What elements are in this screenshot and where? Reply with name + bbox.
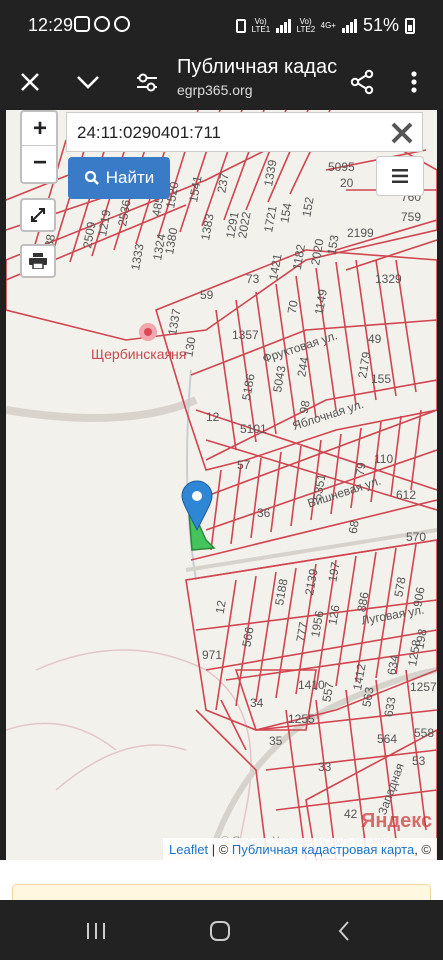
menu-icon bbox=[392, 169, 408, 183]
cadastral-map[interactable]: 1339 5095 20 237 1520 1541 2022 1721 154 152 2199 7… bbox=[6, 110, 437, 860]
page-title: Публичная кадастровая карта bbox=[177, 56, 337, 78]
parcel-number[interactable]: 12 bbox=[213, 599, 229, 615]
parcel-number[interactable]: 1257 bbox=[410, 680, 437, 694]
more-vert-icon bbox=[411, 71, 417, 93]
parcel-number[interactable]: 1329 bbox=[375, 272, 402, 286]
attribution-end: , © bbox=[414, 842, 431, 857]
search-icon bbox=[84, 170, 99, 185]
attribution-sep: | © bbox=[208, 842, 232, 857]
fullscreen-button[interactable] bbox=[20, 198, 56, 232]
parcel-number[interactable]: 34 bbox=[250, 696, 263, 710]
page-settings-button[interactable] bbox=[127, 62, 167, 102]
map-attribution: Leaflet | © Публичная кадастровая карта,… bbox=[163, 838, 437, 860]
find-button[interactable]: Найти bbox=[68, 157, 170, 199]
signal-icon-1 bbox=[275, 18, 291, 33]
zoom-out-button[interactable]: − bbox=[22, 146, 58, 180]
close-icon bbox=[21, 73, 39, 91]
layers-menu-button[interactable] bbox=[376, 156, 424, 196]
parcel-number[interactable]: 564 bbox=[377, 732, 397, 746]
system-nav-bar bbox=[0, 900, 443, 960]
chevron-down-icon bbox=[77, 76, 99, 89]
fullscreen-icon bbox=[31, 208, 45, 222]
viber-icon bbox=[94, 16, 110, 32]
page-url: egrp365.org bbox=[177, 82, 253, 98]
place-label: Щербинская bbox=[91, 346, 173, 362]
parcel-number[interactable]: 2199 bbox=[347, 226, 374, 240]
print-button[interactable] bbox=[20, 244, 56, 278]
share-button[interactable] bbox=[342, 62, 382, 102]
back-icon bbox=[338, 921, 349, 941]
parcel-number[interactable]: 12 bbox=[206, 410, 219, 424]
back-button[interactable] bbox=[324, 914, 364, 948]
home-button[interactable] bbox=[200, 914, 240, 948]
pkk-link[interactable]: Публичная кадастровая карта bbox=[232, 842, 414, 857]
location-marker-icon[interactable] bbox=[181, 480, 213, 532]
parcel-number[interactable]: 73 bbox=[246, 272, 259, 286]
parcel-number[interactable]: 49 bbox=[368, 332, 381, 346]
share-icon bbox=[350, 69, 374, 95]
leaflet-link[interactable]: Leaflet bbox=[169, 842, 208, 857]
notification-icons bbox=[74, 16, 130, 32]
lte2-label: Vo) LTE2 bbox=[296, 16, 316, 34]
gallery-icon bbox=[74, 16, 90, 32]
parcel-number[interactable]: 558 bbox=[414, 726, 434, 740]
more-options-button[interactable] bbox=[394, 62, 434, 102]
lte1-label: Vo) LTE1 bbox=[251, 16, 271, 34]
parcel-number[interactable]: 5095 bbox=[328, 160, 355, 174]
parcel-number[interactable]: 612 bbox=[396, 488, 416, 502]
status-right: Vo) LTE1 Vo) LTE2 4G+ 51% bbox=[235, 15, 415, 36]
search-input-box[interactable]: 24:11:0290401:711 bbox=[66, 112, 423, 152]
parcel-number[interactable]: 68 bbox=[346, 519, 362, 535]
find-button-label: Найти bbox=[105, 168, 155, 187]
info-panel bbox=[12, 884, 431, 900]
parcel-number[interactable]: 33 bbox=[318, 760, 331, 774]
page-content-below-map bbox=[0, 860, 443, 900]
parcel-number[interactable]: 5101 bbox=[240, 422, 267, 436]
parcel-number[interactable]: 971 bbox=[202, 648, 222, 662]
recents-icon bbox=[87, 923, 105, 939]
parcel-number[interactable]: 59 bbox=[200, 288, 213, 302]
recents-button[interactable] bbox=[76, 914, 116, 948]
viber-icon-2 bbox=[114, 16, 130, 32]
parcel-number[interactable]: 70 bbox=[285, 299, 301, 315]
parcel-number[interactable]: 36 bbox=[257, 506, 270, 520]
home-icon bbox=[210, 921, 230, 941]
signal-icon-2 bbox=[341, 18, 357, 33]
app-bar: Публичная кадастровая карта egrp365.org bbox=[0, 52, 443, 110]
battery-saver-icon bbox=[235, 18, 246, 33]
parcel-number[interactable]: 155 bbox=[371, 372, 391, 386]
parcel-number[interactable]: 79 bbox=[353, 461, 369, 477]
parcel-number[interactable]: 110 bbox=[374, 452, 393, 466]
parcel-number[interactable]: 1357 bbox=[232, 328, 259, 342]
search-input[interactable]: 24:11:0290401:711 bbox=[77, 123, 221, 143]
parcel-number[interactable]: 53 bbox=[412, 754, 425, 768]
close-button[interactable] bbox=[10, 62, 50, 102]
battery-icon bbox=[405, 17, 415, 34]
parcel-number[interactable]: 42 bbox=[344, 807, 357, 821]
place-label-2: ня bbox=[171, 346, 187, 362]
tune-icon bbox=[137, 73, 157, 92]
clear-search-icon[interactable] bbox=[388, 119, 416, 147]
parcel-number[interactable]: 35 bbox=[269, 734, 282, 748]
status-bar: 12:29 Vo) LTE1 Vo) LTE2 4G+ 51% bbox=[0, 0, 443, 52]
parcel-number[interactable]: 57 bbox=[237, 458, 250, 472]
parcel-number[interactable]: 570 bbox=[406, 530, 426, 544]
status-time: 12:29 bbox=[28, 15, 74, 35]
collapse-button[interactable] bbox=[68, 62, 108, 102]
parcel-number[interactable]: 1255 bbox=[288, 712, 315, 726]
battery-percent: 51% bbox=[362, 15, 399, 35]
zoom-control: + − bbox=[20, 110, 58, 184]
parcel-number[interactable]: 20 bbox=[340, 176, 353, 190]
network-type: 4G+ bbox=[320, 20, 336, 30]
parcel-number[interactable]: 759 bbox=[401, 210, 421, 224]
zoom-in-button[interactable]: + bbox=[22, 112, 58, 146]
yandex-logo: Яндекс bbox=[361, 810, 433, 832]
print-icon bbox=[29, 253, 47, 269]
